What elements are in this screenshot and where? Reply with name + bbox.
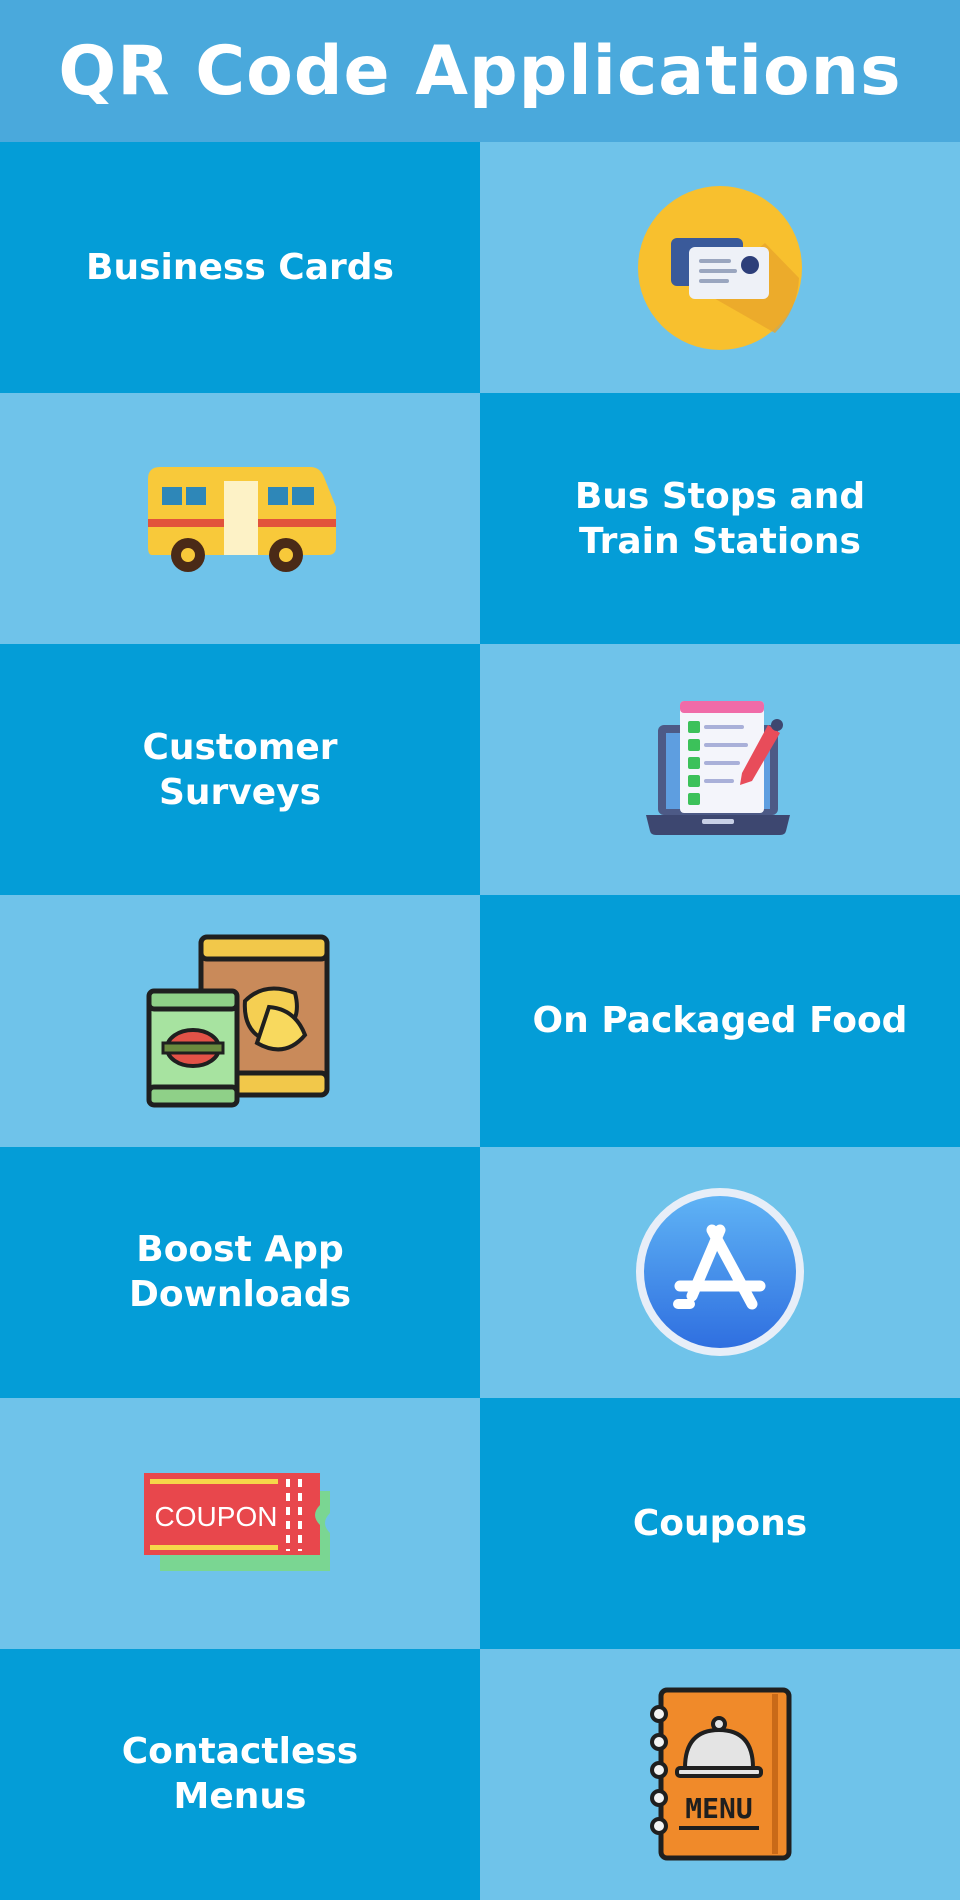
icon-cell: COUPON [0,1397,480,1649]
menu-book-icon: MENU [650,1687,792,1861]
packaged-food-icon [146,934,330,1108]
label-packaged-food: On Packaged Food [532,1000,908,1042]
label-contactless-menus: Contactless Menus [121,1731,359,1818]
row-app-downloads: Boost App Downloads [0,1146,960,1398]
icon-cell [480,644,960,896]
icon-cell [0,393,480,645]
label-coupons: Coupons [632,1502,808,1544]
infographic: QR Code Applications Business Cards Bus … [0,0,960,1900]
header: QR Code Applications [0,0,960,142]
app-store-icon [636,1188,804,1357]
page-title: QR Code Applications [58,31,902,111]
label-app-downloads: Boost App Downloads [128,1229,352,1316]
row-bus-stops: Bus Stops and Train Stations [0,393,960,645]
label-cell: Boost App Downloads [0,1146,480,1398]
bus-icon [148,466,336,572]
row-packaged-food: On Packaged Food [0,895,960,1147]
label-bus-stops: Bus Stops and Train Stations [574,475,866,562]
label-cell: On Packaged Food [480,895,960,1147]
label-cell: Bus Stops and Train Stations [480,393,960,645]
applications-grid: Business Cards Bus Stops and Train Stati… [0,142,960,1900]
icon-cell [480,142,960,394]
icon-cell: MENU [480,1648,960,1900]
row-contactless-menus: Contactless Menus MENU [0,1648,960,1900]
icon-cell [0,895,480,1147]
icon-cell [480,1146,960,1398]
coupon-icon: COUPON [144,1473,330,1572]
label-cell: Coupons [480,1397,960,1649]
menu-icon-text: MENU [685,1792,752,1825]
coupon-icon-text: COUPON [155,1501,278,1532]
label-business-cards: Business Cards [86,247,394,289]
label-customer-surveys: Customer Surveys [142,726,338,813]
survey-laptop-icon [646,700,790,835]
label-cell: Business Cards [0,142,480,394]
row-customer-surveys: Customer Surveys [0,644,960,896]
business-card-icon [638,185,802,350]
label-cell: Contactless Menus [0,1648,480,1900]
row-coupons: COUPON Coupons [0,1397,960,1649]
label-cell: Customer Surveys [0,644,480,896]
row-business-cards: Business Cards [0,142,960,394]
